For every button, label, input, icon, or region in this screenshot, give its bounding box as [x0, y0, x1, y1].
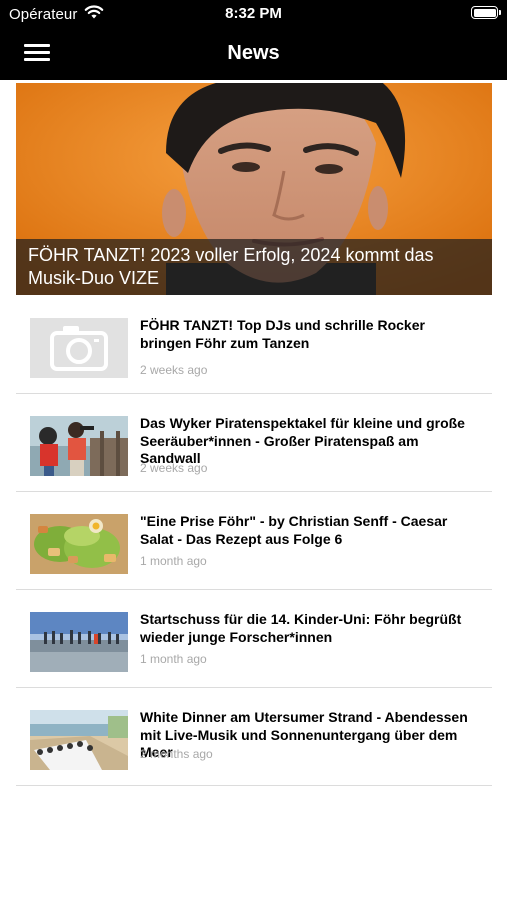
- page-title: News: [227, 42, 280, 64]
- status-bar: Opérateur 8:32 PM: [0, 0, 507, 30]
- list-item[interactable]: Startschuss für die 14. Kinder-Uni: Föhr…: [16, 590, 492, 688]
- article-list: FÖHR TANZT! Top DJs und schrille Rocker …: [16, 296, 492, 786]
- article-timestamp: 1 month ago: [140, 652, 207, 666]
- list-item[interactable]: "Eine Prise Föhr" - by Christian Senff -…: [16, 492, 492, 590]
- article-title: "Eine Prise Föhr" - by Christian Senff -…: [140, 513, 448, 547]
- article-title: Das Wyker Piratenspektakel für kleine un…: [140, 415, 465, 466]
- article-title: FÖHR TANZT! Top DJs und schrille Rocker …: [140, 317, 425, 351]
- list-item[interactable]: FÖHR TANZT! Top DJs und schrille Rocker …: [16, 296, 492, 394]
- battery-icon: [471, 6, 501, 19]
- featured-article[interactable]: FÖHR TANZT! 2023 voller Erfolg, 2024 kom…: [16, 83, 492, 295]
- article-timestamp: 1 month ago: [140, 554, 207, 568]
- caesar-salad-photo: [30, 514, 128, 574]
- beach-dinner-photo: [30, 710, 128, 770]
- camera-placeholder-icon: [30, 318, 128, 378]
- status-time: 8:32 PM: [225, 5, 282, 22]
- list-item[interactable]: White Dinner am Utersumer Strand - Abend…: [16, 688, 492, 786]
- mudflat-group-photo: [30, 612, 128, 672]
- list-item[interactable]: Das Wyker Piratenspektakel für kleine un…: [16, 394, 492, 492]
- article-timestamp: 2 weeks ago: [140, 363, 208, 377]
- pirate-kids-photo: [30, 416, 128, 476]
- article-timestamp: 2 weeks ago: [140, 461, 208, 475]
- article-timestamp: 2 months ago: [140, 747, 213, 761]
- navigation-bar: News: [0, 30, 507, 80]
- app-bar: Opérateur 8:32 PM News: [0, 0, 507, 80]
- article-title: Startschuss für die 14. Kinder-Uni: Föhr…: [140, 611, 462, 645]
- featured-article-title: FÖHR TANZT! 2023 voller Erfolg, 2024 kom…: [16, 239, 492, 295]
